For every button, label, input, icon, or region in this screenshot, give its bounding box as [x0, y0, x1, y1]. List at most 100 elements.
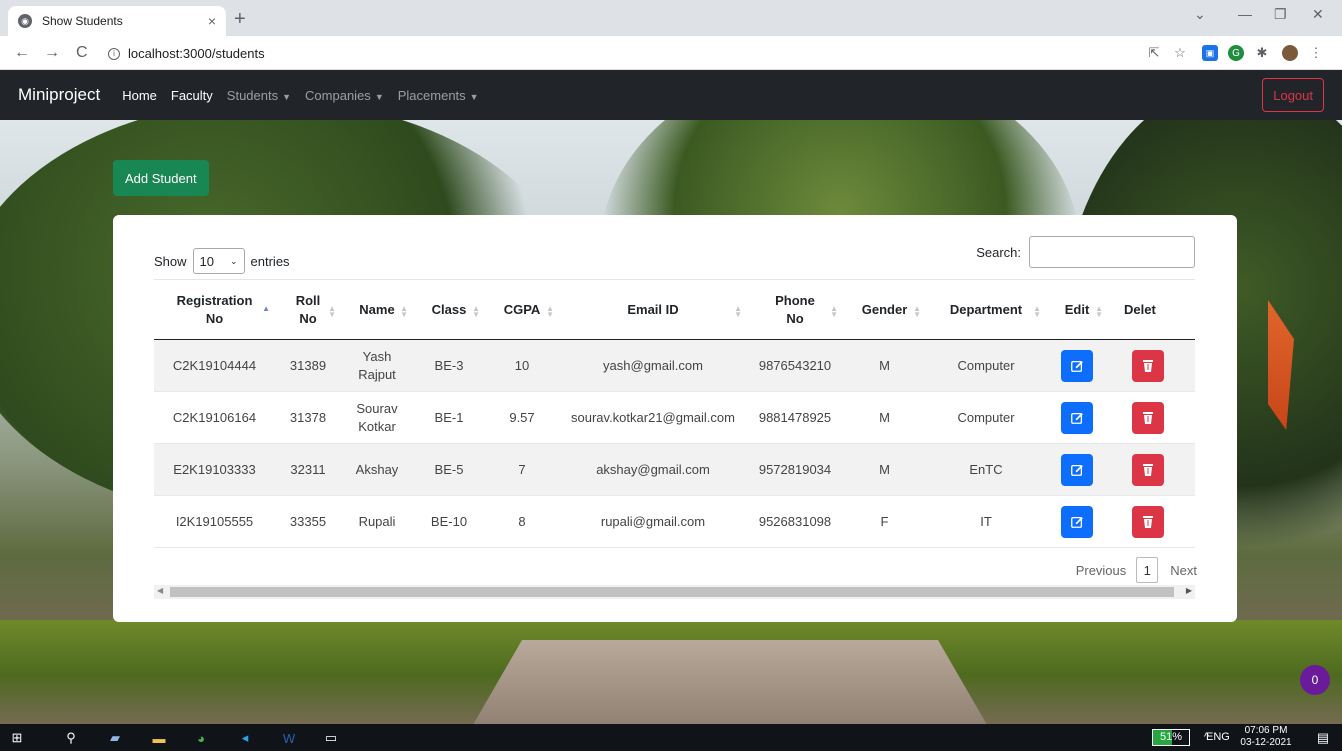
- terminal-icon[interactable]: ▭: [322, 729, 340, 747]
- next-button[interactable]: Next: [1170, 563, 1197, 578]
- horizontal-scrollbar[interactable]: ◀ ▶: [154, 585, 1195, 599]
- previous-button[interactable]: Previous: [1076, 563, 1127, 578]
- col-delete[interactable]: Delet: [1108, 279, 1195, 340]
- search-input[interactable]: [1029, 236, 1195, 268]
- delete-button[interactable]: [1132, 453, 1164, 486]
- cell-roll-no: 33355: [275, 495, 341, 548]
- cell-cgpa: 9.57: [485, 391, 559, 444]
- col-edit-label: Edit: [1064, 301, 1090, 317]
- notification-badge[interactable]: 0: [1300, 665, 1330, 695]
- cell-cgpa: 10: [485, 339, 559, 392]
- edit-button[interactable]: [1061, 349, 1093, 382]
- extension-icon[interactable]: ▣: [1202, 45, 1218, 61]
- edit-button[interactable]: [1061, 401, 1093, 434]
- browser-tab[interactable]: ◉ Show Students ×: [8, 6, 226, 36]
- table-scroll-area: Registration No ▲ Roll No ▲ ▼ Name ▲ ▼ Class ▲…: [154, 279, 1195, 549]
- cell-class: BE-5: [413, 443, 485, 496]
- nav-students-dropdown[interactable]: Students ▼: [227, 88, 291, 103]
- back-icon[interactable]: ←: [14, 44, 30, 62]
- clock[interactable]: 07:06 PM 03-12-2021: [1234, 725, 1298, 749]
- cell-roll-no: 32311: [275, 443, 341, 496]
- bookmark-star-icon[interactable]: ☆: [1172, 45, 1188, 61]
- chrome-icon[interactable]: ◕: [192, 729, 210, 747]
- profile-avatar[interactable]: [1282, 45, 1298, 61]
- delete-button[interactable]: [1132, 505, 1164, 538]
- notifications-icon[interactable]: ▤: [1314, 729, 1332, 747]
- logout-button[interactable]: Logout: [1262, 78, 1324, 112]
- col-phone-no[interactable]: Phone No ▲ ▼: [747, 279, 843, 340]
- entries-select[interactable]: 10 ⌄: [192, 248, 245, 274]
- col-name[interactable]: Name ▲ ▼: [341, 279, 413, 340]
- col-edit[interactable]: Edit ▲ ▼: [1046, 279, 1108, 340]
- students-table: Registration No ▲ Roll No ▲ ▼ Name ▲ ▼ Class ▲…: [154, 279, 1195, 548]
- language-indicator[interactable]: ENG: [1206, 731, 1230, 743]
- word-icon[interactable]: W: [280, 729, 298, 747]
- col-gender[interactable]: Gender ▲ ▼: [843, 279, 926, 340]
- page-1-button[interactable]: 1: [1136, 557, 1159, 583]
- cell-class: BE-1: [413, 391, 485, 444]
- cell-department: Computer: [926, 391, 1046, 444]
- cell-name: Akshay: [341, 443, 413, 496]
- vscode-icon[interactable]: ◂: [236, 729, 254, 747]
- cell-roll-no: 31378: [275, 391, 341, 444]
- file-explorer-icon[interactable]: ▬: [150, 729, 168, 747]
- nav-home[interactable]: Home: [122, 88, 157, 103]
- edit-button[interactable]: [1061, 453, 1093, 486]
- sort-icon: ▲ ▼: [913, 304, 921, 319]
- windows-start-icon[interactable]: ⊞: [8, 729, 26, 747]
- brand-logo[interactable]: Miniproject: [18, 85, 100, 105]
- nav-placements-dropdown[interactable]: Placements ▼: [398, 88, 479, 103]
- tab-close-icon[interactable]: ×: [208, 13, 216, 29]
- pagination: Previous 1 Next: [1076, 557, 1197, 583]
- minimize-icon[interactable]: —: [1238, 6, 1252, 22]
- share-icon[interactable]: ⇱: [1146, 45, 1162, 61]
- cell-gender: F: [843, 495, 926, 548]
- puzzle-icon[interactable]: ✱: [1254, 45, 1270, 61]
- col-email-id[interactable]: Email ID ▲ ▼: [559, 279, 747, 340]
- sort-icon: ▲ ▼: [472, 304, 480, 319]
- col-roll-no[interactable]: Roll No ▲ ▼: [275, 279, 341, 340]
- edit-icon: [1071, 516, 1083, 528]
- cell-delete: [1108, 339, 1195, 392]
- edit-button[interactable]: [1061, 505, 1093, 538]
- cell-edit: [1046, 391, 1108, 444]
- forward-icon[interactable]: →: [44, 44, 60, 62]
- reload-icon[interactable]: C: [76, 44, 88, 62]
- table-search: Search:: [976, 236, 1195, 268]
- battery-indicator[interactable]: 51%: [1152, 729, 1190, 746]
- cell-delete: [1108, 443, 1195, 496]
- cell-cgpa: 7: [485, 443, 559, 496]
- cell-department: IT: [926, 495, 1046, 548]
- cell-registration-no: C2K19106164: [154, 391, 275, 444]
- students-table-card: Show 10 ⌄ entries Search: Registration No…: [113, 215, 1237, 622]
- col-cgpa[interactable]: CGPA ▲ ▼: [485, 279, 559, 340]
- col-cgpa-label: CGPA: [503, 301, 541, 317]
- globe-icon: ◉: [18, 14, 32, 28]
- caret-down-icon: ▼: [374, 91, 384, 102]
- col-registration-no[interactable]: Registration No ▲: [154, 279, 275, 340]
- scrollbar-thumb[interactable]: [170, 587, 1174, 597]
- url-field[interactable]: i localhost:3000/students: [108, 46, 265, 61]
- col-department[interactable]: Department ▲ ▼: [926, 279, 1046, 340]
- new-tab-button[interactable]: +: [234, 8, 246, 31]
- table-row: I2K19105555 33355 Rupali BE-10 8 rupali@…: [154, 495, 1195, 548]
- delete-button[interactable]: [1132, 349, 1164, 382]
- menu-dots-icon[interactable]: ⋮: [1308, 45, 1324, 61]
- info-icon[interactable]: i: [108, 47, 120, 60]
- task-view-icon[interactable]: ▰: [106, 729, 124, 747]
- nav-companies-dropdown[interactable]: Companies ▼: [305, 88, 384, 103]
- search-icon[interactable]: ⚲: [62, 729, 80, 747]
- address-bar: ← → C i localhost:3000/students ⇱ ☆ ▣ G …: [0, 36, 1342, 70]
- add-student-button[interactable]: Add Student: [113, 160, 209, 196]
- sort-asc-icon: ▲: [262, 304, 270, 313]
- delete-button[interactable]: [1132, 401, 1164, 434]
- col-class[interactable]: Class ▲ ▼: [413, 279, 485, 340]
- close-window-icon[interactable]: ✕: [1312, 6, 1324, 23]
- nav-faculty[interactable]: Faculty: [171, 88, 213, 103]
- maximize-icon[interactable]: ❐: [1274, 6, 1287, 23]
- tab-search-icon[interactable]: ⌄: [1194, 6, 1206, 23]
- scroll-left-icon[interactable]: ◀: [157, 586, 163, 595]
- scroll-right-icon[interactable]: ▶: [1186, 586, 1192, 595]
- table-row: C2K19106164 31378 Sourav Kotkar BE-1 9.5…: [154, 391, 1195, 444]
- grammarly-icon[interactable]: G: [1228, 45, 1244, 61]
